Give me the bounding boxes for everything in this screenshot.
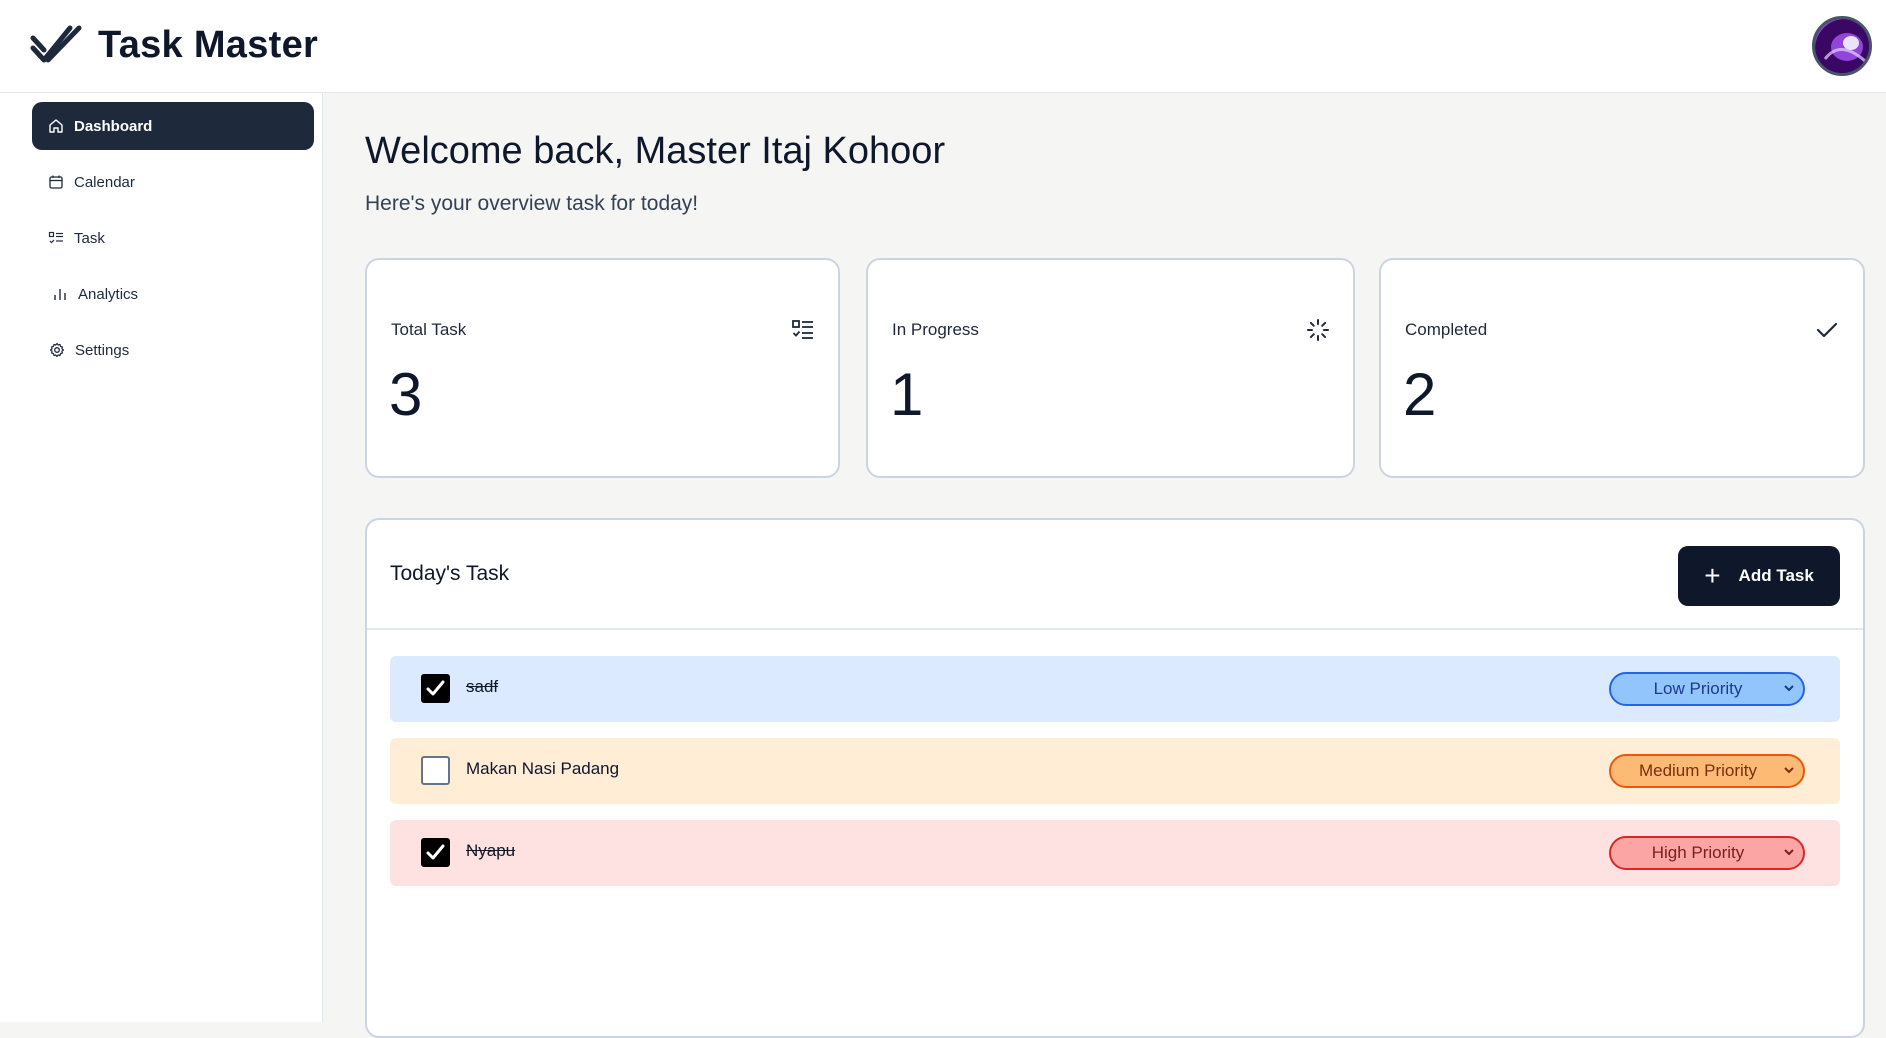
page-title: Welcome back, Master Itaj Kohoor xyxy=(365,130,946,172)
stat-label: Completed xyxy=(1405,320,1488,339)
task-checkbox[interactable] xyxy=(421,756,450,785)
sidebar-item-label: Calendar xyxy=(74,173,135,191)
task-name: sadf xyxy=(466,677,499,696)
list-check-icon xyxy=(792,320,813,339)
check-icon xyxy=(1816,322,1838,338)
task-name: Nyapu xyxy=(466,841,516,860)
sidebar-item-settings[interactable]: Settings xyxy=(32,326,314,374)
sidebar-item-label: Settings xyxy=(75,341,130,359)
task-checkbox[interactable] xyxy=(421,838,450,867)
task-checkbox[interactable] xyxy=(421,674,450,703)
list-check-icon xyxy=(48,231,63,244)
calendar-icon xyxy=(49,175,63,189)
stat-label: Total Task xyxy=(391,320,467,339)
chevron-down-icon xyxy=(1784,849,1794,856)
chevron-down-icon xyxy=(1784,767,1794,774)
page-subtitle: Here's your overview task for today! xyxy=(365,192,699,215)
priority-value: Low Priority xyxy=(1653,679,1743,698)
priority-select[interactable]: High Priority xyxy=(1609,836,1805,870)
stat-value: 1 xyxy=(890,361,924,428)
stat-card-in-progress: In Progress 1 xyxy=(866,258,1355,478)
home-icon xyxy=(49,119,63,133)
checkmark-icon xyxy=(426,680,445,696)
task-row: Makan Nasi Padang Medium Priority xyxy=(390,738,1840,804)
task-panel-title: Today's Task xyxy=(390,562,510,585)
avatar-image xyxy=(1815,19,1869,73)
sidebar-item-label: Dashboard xyxy=(74,117,153,135)
double-check-logo-icon xyxy=(30,25,82,63)
stat-label: In Progress xyxy=(892,320,979,339)
checkmark-icon xyxy=(426,844,445,860)
stat-card-total: Total Task 3 xyxy=(365,258,840,478)
task-row: Nyapu High Priority xyxy=(390,820,1840,886)
sidebar-item-label: Analytics xyxy=(78,285,139,303)
stat-card-completed: Completed 2 xyxy=(1379,258,1865,478)
gear-icon xyxy=(49,342,65,358)
task-row: sadf Low Priority xyxy=(390,656,1840,722)
priority-value: High Priority xyxy=(1651,843,1745,862)
stat-value: 3 xyxy=(389,361,423,428)
sidebar-item-task[interactable]: Task xyxy=(32,214,314,262)
task-name: Makan Nasi Padang xyxy=(466,759,620,778)
bar-chart-icon xyxy=(54,289,66,300)
sidebar-item-calendar[interactable]: Calendar xyxy=(32,158,314,206)
user-avatar[interactable] xyxy=(1812,16,1872,76)
app-header: Task Master xyxy=(0,0,1886,93)
priority-value: Medium Priority xyxy=(1638,761,1758,780)
sidebar-item-dashboard[interactable]: Dashboard xyxy=(32,102,314,150)
sidebar-item-label: Task xyxy=(74,229,105,247)
add-task-label: Add Task xyxy=(1738,566,1814,585)
plus-icon: + xyxy=(1704,560,1721,591)
chevron-down-icon xyxy=(1784,685,1794,692)
todays-task-panel: Today's Task + Add Task sadf Low Priorit… xyxy=(365,518,1865,1038)
loader-icon xyxy=(1307,319,1329,341)
priority-select[interactable]: Medium Priority xyxy=(1609,754,1805,788)
sidebar-item-analytics[interactable]: Analytics xyxy=(32,270,314,318)
sidebar: Dashboard Calendar Task Analytics Settin… xyxy=(0,93,323,1022)
task-panel-header: Today's Task + Add Task xyxy=(367,520,1863,630)
app-title: Task Master xyxy=(98,24,319,66)
stat-value: 2 xyxy=(1403,361,1437,428)
priority-select[interactable]: Low Priority xyxy=(1609,672,1805,706)
add-task-button[interactable]: + Add Task xyxy=(1678,546,1840,606)
